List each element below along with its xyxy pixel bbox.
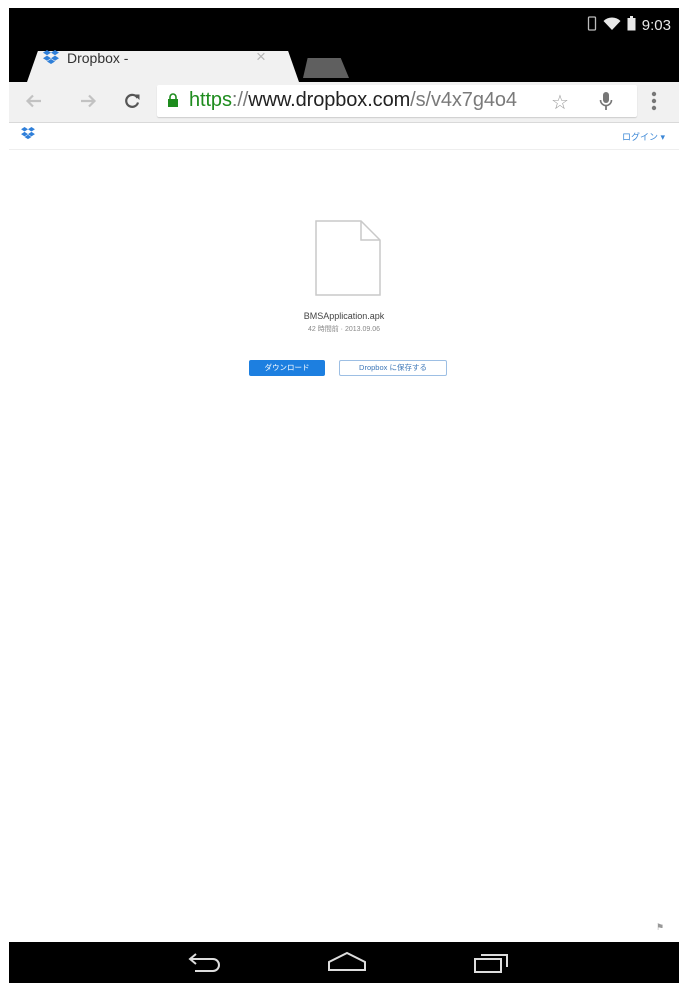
url-separator: ://: [231, 89, 249, 111]
back-nav-icon[interactable]: [187, 950, 223, 979]
lock-icon: [167, 93, 179, 112]
file-meta: 42 時間前 · 2013.09.06: [308, 326, 380, 333]
url-scheme: https: [189, 89, 232, 111]
page-header: ログイン ▾: [9, 123, 679, 150]
back-button[interactable]: [19, 86, 49, 116]
url-path: /s/v4x7g4o4: [410, 89, 517, 111]
recents-nav-icon[interactable]: [473, 950, 511, 979]
browser-toolbar: https://www.dropbox.com/s/v4x7g4o4 ☆: [9, 82, 679, 123]
battery-icon: [627, 16, 636, 35]
microphone-icon[interactable]: [599, 91, 613, 116]
url-text: https://www.dropbox.com/s/v4x7g4o4: [189, 89, 517, 112]
report-flag-icon[interactable]: ⚑: [656, 922, 664, 933]
bookmark-star-icon[interactable]: ☆: [551, 90, 569, 115]
android-nav-bar: [9, 942, 679, 983]
status-bar: 9:03: [9, 8, 679, 42]
forward-button[interactable]: [73, 86, 103, 116]
save-to-dropbox-button[interactable]: Dropbox に保存する: [339, 360, 447, 376]
overflow-menu-icon[interactable]: [651, 91, 657, 116]
download-button[interactable]: ダウンロード: [249, 360, 325, 376]
home-nav-icon[interactable]: [327, 950, 367, 979]
tab-title: Dropbox -: [67, 50, 129, 66]
arrow-left-icon: [25, 94, 41, 108]
dropbox-logo-icon[interactable]: [21, 127, 35, 145]
dropbox-favicon-icon: [43, 50, 59, 70]
signin-link[interactable]: ログイン ▾: [622, 130, 665, 143]
file-name: BMSApplication.apk: [303, 311, 385, 321]
url-host: www.dropbox.com: [248, 89, 411, 111]
address-bar[interactable]: https://www.dropbox.com/s/v4x7g4o4 ☆: [157, 85, 637, 117]
tab-close-icon[interactable]: ×: [256, 47, 266, 67]
wifi-icon: [603, 16, 621, 35]
arrow-right-icon: [81, 94, 97, 108]
file-icon: [315, 220, 381, 301]
status-icons: 9:03: [587, 16, 671, 35]
status-time: 9:03: [641, 17, 671, 34]
reload-button[interactable]: [117, 86, 147, 116]
reload-icon: [125, 93, 140, 108]
device-screen: 9:03 Dropbox - × https://www.dropbox.com…: [9, 8, 679, 983]
new-tab-button[interactable]: [303, 58, 349, 78]
tab-strip: Dropbox - ×: [9, 42, 679, 82]
vibrate-icon: [587, 16, 597, 35]
